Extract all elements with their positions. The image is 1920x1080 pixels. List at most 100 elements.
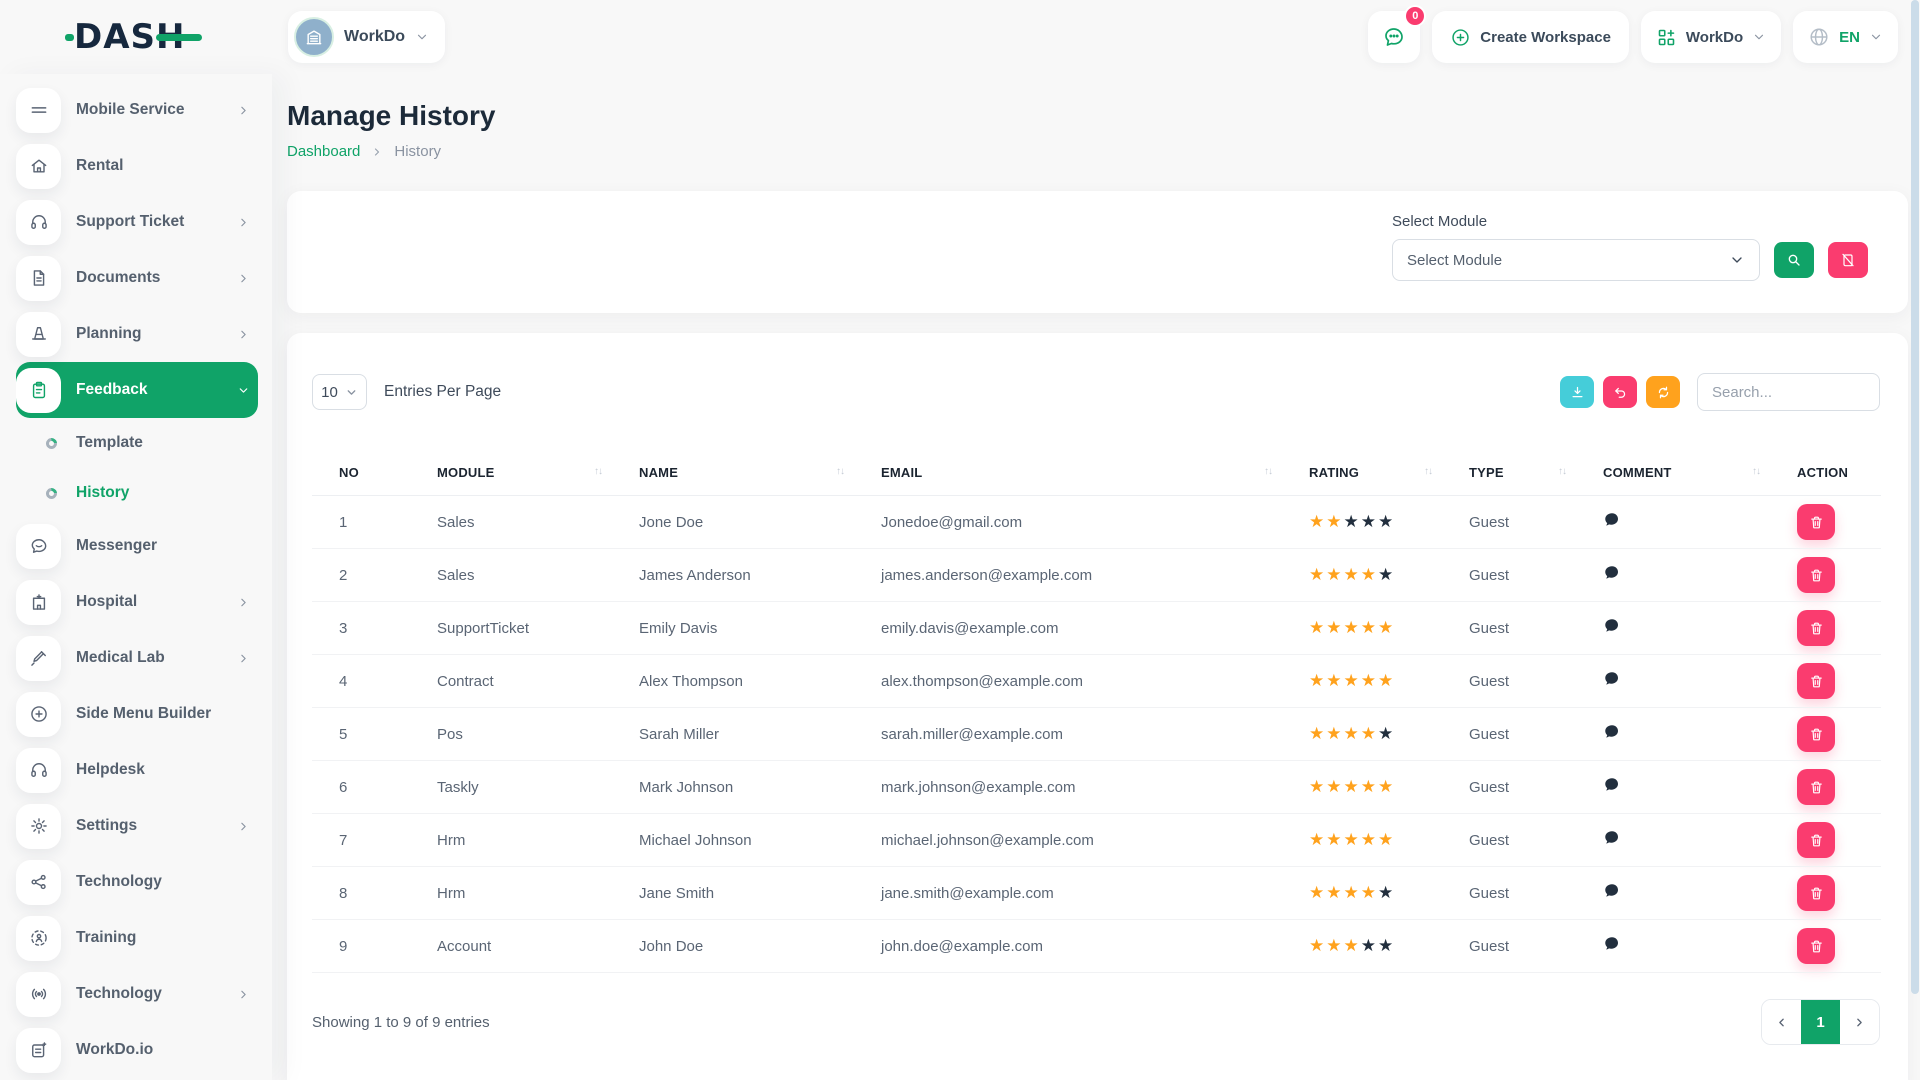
row-rating: ★★★★★	[1292, 761, 1452, 814]
comment-bubble-icon[interactable]	[1603, 670, 1621, 688]
grid-plus-icon	[1656, 27, 1677, 48]
sidebar-item-settings[interactable]: Settings	[16, 798, 258, 854]
row-module: Taskly	[420, 761, 622, 814]
plus-circle-icon	[29, 704, 49, 724]
delete-button[interactable]	[1797, 875, 1835, 911]
row-action	[1780, 602, 1881, 655]
sidebar-item-workdo-io[interactable]: WorkDo.io	[16, 1022, 258, 1078]
chevron-right-icon	[237, 272, 250, 285]
sidebar-subitem-history[interactable]: History	[16, 468, 258, 518]
column-header-rating[interactable]: RATING↑↓	[1292, 455, 1452, 496]
column-header-email[interactable]: EMAIL↑↓	[864, 455, 1292, 496]
delete-button[interactable]	[1797, 769, 1835, 805]
delete-button[interactable]	[1797, 822, 1835, 858]
sidebar-item-support-ticket[interactable]: Support Ticket	[16, 194, 258, 250]
pagination-page-1[interactable]: 1	[1801, 1000, 1840, 1044]
sidebar-item-technology[interactable]: Technology	[16, 854, 258, 910]
reset-button[interactable]	[1603, 376, 1637, 408]
module-select[interactable]: Select Module	[1392, 239, 1760, 281]
trash-icon	[1809, 833, 1824, 848]
sidebar-item-training[interactable]: Training	[16, 910, 258, 966]
column-header-module[interactable]: MODULE↑↓	[420, 455, 622, 496]
column-header-name[interactable]: NAME↑↓	[622, 455, 864, 496]
delete-button[interactable]	[1797, 716, 1835, 752]
filter-clear-button[interactable]	[1828, 242, 1868, 278]
workspace-avatar	[294, 17, 334, 57]
row-type: Guest	[1452, 708, 1586, 761]
app-screen: DASH WorkDo 0 Create Workspace	[0, 0, 1920, 1080]
sidebar-item-documents[interactable]: Documents	[16, 250, 258, 306]
comment-bubble-icon[interactable]	[1603, 564, 1621, 582]
sort-icon: ↑↓	[1558, 466, 1566, 477]
globe-icon	[1808, 26, 1830, 48]
breadcrumb-dashboard-link[interactable]: Dashboard	[287, 143, 360, 160]
row-comment	[1586, 920, 1780, 973]
sidebar-item-medical-lab[interactable]: Medical Lab	[16, 630, 258, 686]
comment-bubble-icon[interactable]	[1603, 935, 1621, 953]
sidebar-subitem-template[interactable]: Template	[16, 418, 258, 468]
headset-icon	[29, 212, 49, 232]
comment-bubble-icon[interactable]	[1603, 882, 1621, 900]
pagination: 1	[1761, 999, 1880, 1045]
delete-button[interactable]	[1797, 557, 1835, 593]
account-menu-button[interactable]: WorkDo	[1641, 11, 1781, 63]
export-button[interactable]	[1560, 376, 1594, 408]
sidebar-item-technology-2[interactable]: Technology	[16, 966, 258, 1022]
top-bar: DASH WorkDo 0 Create Workspace	[0, 0, 1920, 74]
row-no: 7	[312, 814, 420, 867]
row-module: Hrm	[420, 814, 622, 867]
sidebar-item-messenger[interactable]: Messenger	[16, 518, 258, 574]
row-module: Pos	[420, 708, 622, 761]
delete-button[interactable]	[1797, 610, 1835, 646]
rating-stars: ★★★★★	[1309, 618, 1395, 637]
table-row: 3SupportTicketEmily Davisemily.davis@exa…	[312, 602, 1881, 655]
delete-button[interactable]	[1797, 663, 1835, 699]
sort-icon: ↑↓	[594, 466, 602, 477]
history-table: NO MODULE↑↓ NAME↑↓ EMAIL↑↓ RATING↑↓ TYPE…	[312, 455, 1881, 973]
comment-bubble-icon[interactable]	[1603, 723, 1621, 741]
rating-stars: ★★★★★	[1309, 830, 1395, 849]
sidebar-item-planning[interactable]: Planning	[16, 306, 258, 362]
pagination-next-button[interactable]	[1840, 1000, 1879, 1044]
comment-bubble-icon[interactable]	[1603, 829, 1621, 847]
page-scrollbar[interactable]	[1910, 0, 1920, 1080]
column-header-type[interactable]: TYPE↑↓	[1452, 455, 1586, 496]
delete-button[interactable]	[1797, 504, 1835, 540]
entries-per-page-select[interactable]: 10	[312, 374, 367, 410]
row-action	[1780, 655, 1881, 708]
row-email: james.anderson@example.com	[864, 549, 1292, 602]
sidebar-item-feedback[interactable]: Feedback	[16, 362, 258, 418]
create-workspace-button[interactable]: Create Workspace	[1432, 11, 1629, 63]
rating-stars: ★★★★★	[1309, 936, 1395, 955]
messages-button[interactable]: 0	[1368, 11, 1420, 63]
table-search-input[interactable]	[1697, 373, 1880, 411]
sidebar-item-side-menu-builder[interactable]: Side Menu Builder	[16, 686, 258, 742]
trash-icon	[1809, 621, 1824, 636]
sidebar-item-rental[interactable]: Rental	[16, 138, 258, 194]
row-name: Emily Davis	[622, 602, 864, 655]
main-content: Manage History Dashboard History Select …	[272, 74, 1920, 1080]
row-name: James Anderson	[622, 549, 864, 602]
refresh-button[interactable]	[1646, 376, 1680, 408]
sidebar-item-helpdesk[interactable]: Helpdesk	[16, 742, 258, 798]
plus-circle-icon	[1450, 27, 1471, 48]
language-selector[interactable]: EN	[1793, 11, 1898, 63]
table-row: 2SalesJames Andersonjames.anderson@examp…	[312, 549, 1881, 602]
comment-bubble-icon[interactable]	[1603, 617, 1621, 635]
sidebar-item-hospital[interactable]: Hospital	[16, 574, 258, 630]
column-header-comment[interactable]: COMMENT↑↓	[1586, 455, 1780, 496]
chevron-right-icon	[237, 596, 250, 609]
menu-icon	[29, 100, 49, 120]
scrollbar-thumb[interactable]	[1911, 0, 1919, 994]
gear-icon	[29, 816, 49, 836]
page-title: Manage History	[287, 100, 1908, 132]
pagination-prev-button[interactable]	[1762, 1000, 1801, 1044]
delete-button[interactable]	[1797, 928, 1835, 964]
sidebar-item-mobile-service[interactable]: Mobile Service	[16, 82, 258, 138]
row-no: 8	[312, 867, 420, 920]
workspace-switcher[interactable]: WorkDo	[288, 11, 445, 63]
showing-entries-text: Showing 1 to 9 of 9 entries	[312, 1014, 490, 1031]
comment-bubble-icon[interactable]	[1603, 776, 1621, 794]
comment-bubble-icon[interactable]	[1603, 511, 1621, 529]
filter-search-button[interactable]	[1774, 242, 1814, 278]
